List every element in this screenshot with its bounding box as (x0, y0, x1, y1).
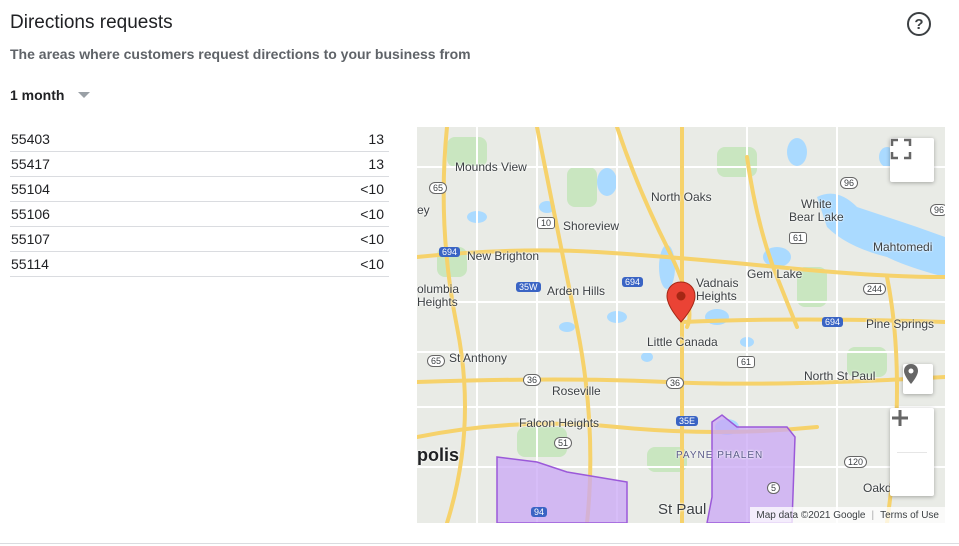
map-label: North Oaks (651, 190, 712, 204)
map-label: Shoreview (563, 219, 620, 233)
map-label: St Anthony (449, 351, 508, 365)
parks (437, 137, 887, 472)
period-selected-value: 1 month (10, 87, 65, 103)
map-label: PAYNE PHALEN (676, 450, 764, 461)
map-label: Mounds View (455, 160, 527, 174)
map-label: Falcon Heights (519, 416, 600, 430)
table-row: 55106 <10 (10, 202, 389, 227)
map-label: Mahtomedi (873, 240, 933, 254)
period-dropdown[interactable]: 1 month (10, 87, 91, 103)
map-label: Gem Lake (747, 267, 803, 281)
zip-code: 55403 (11, 131, 50, 147)
chevron-down-icon (78, 92, 91, 98)
map-label: White Bear Lake (789, 197, 844, 224)
terms-of-use-link[interactable]: Terms of Use (880, 510, 939, 521)
route-shield: 244 (863, 283, 887, 295)
minus-icon (892, 416, 908, 420)
fullscreen-icon (890, 138, 912, 160)
map-label: North St Paul (804, 369, 876, 383)
fullscreen-button[interactable] (890, 138, 934, 182)
page-title: Directions requests (10, 12, 173, 33)
page-subtitle: The areas where customers request direct… (10, 46, 471, 62)
request-count: 13 (368, 156, 384, 172)
table-row: 55107 <10 (10, 227, 389, 252)
zip-code: 55107 (11, 231, 50, 247)
route-shield: 10 (537, 217, 556, 229)
interstate-shield: 35E (676, 416, 699, 426)
request-count: <10 (360, 181, 384, 197)
route-shield: 96 (840, 177, 859, 189)
zoom-controls (890, 408, 934, 496)
help-icon[interactable]: ? (907, 12, 931, 36)
map-label: Vadnais Heights (696, 276, 739, 303)
map-label: ey (417, 203, 430, 217)
map-label: Oakd (863, 481, 892, 495)
table-row: 55114 <10 (10, 252, 389, 277)
street-view-button[interactable] (903, 364, 933, 394)
interstate-shield: 694 (622, 277, 644, 287)
zip-code-table: 55403 13 55417 13 55104 <10 55106 <10 55107 <… (10, 127, 389, 277)
route-shield: 65 (427, 355, 446, 367)
request-count: 13 (368, 131, 384, 147)
request-count: <10 (360, 256, 384, 272)
map-label: Little Canada (647, 335, 718, 349)
map-attribution: Map data ©2021 Google | Terms of Use (750, 507, 945, 523)
map-label: St Paul (658, 501, 707, 518)
route-shield: 5 (767, 482, 781, 494)
route-shield: 61 (789, 232, 808, 244)
request-count: <10 (360, 231, 384, 247)
section-divider (0, 543, 959, 544)
map-label: olumbia Heights (417, 282, 460, 309)
map-label: Roseville (552, 384, 601, 398)
table-row: 55417 13 (10, 152, 389, 177)
route-shield: 120 (844, 456, 868, 468)
zip-code: 55104 (11, 181, 50, 197)
table-row: 55403 13 (10, 127, 389, 152)
interstate-shield: 35W (516, 282, 541, 292)
route-shield: 36 (666, 377, 685, 389)
map-label: New Brighton (467, 249, 540, 263)
interstate-shield: 694 (822, 317, 844, 327)
attribution-separator: | (871, 509, 875, 521)
route-shield: 61 (737, 356, 756, 368)
request-count: <10 (360, 206, 384, 222)
zoom-out-button[interactable] (890, 416, 934, 496)
zip-code: 55114 (11, 256, 49, 272)
route-shield: 36 (523, 374, 542, 386)
interstate-shield: 94 (531, 507, 548, 517)
route-shield: 51 (554, 437, 573, 449)
map-label: Pine Springs (866, 317, 935, 331)
zip-code: 55106 (11, 206, 50, 222)
table-row: 55104 <10 (10, 177, 389, 202)
map-label: polis (417, 445, 460, 465)
zip-code: 55417 (11, 156, 50, 172)
map-data-credit: Map data ©2021 Google (756, 509, 866, 521)
interstate-shield: 694 (439, 247, 461, 257)
map-label: Arden Hills (547, 284, 606, 298)
route-shield: 96 (930, 204, 945, 216)
location-pin-icon (904, 364, 918, 384)
directions-map[interactable]: Mounds View North Oaks White Bear Lake S… (417, 127, 945, 523)
route-shield: 65 (429, 182, 448, 194)
